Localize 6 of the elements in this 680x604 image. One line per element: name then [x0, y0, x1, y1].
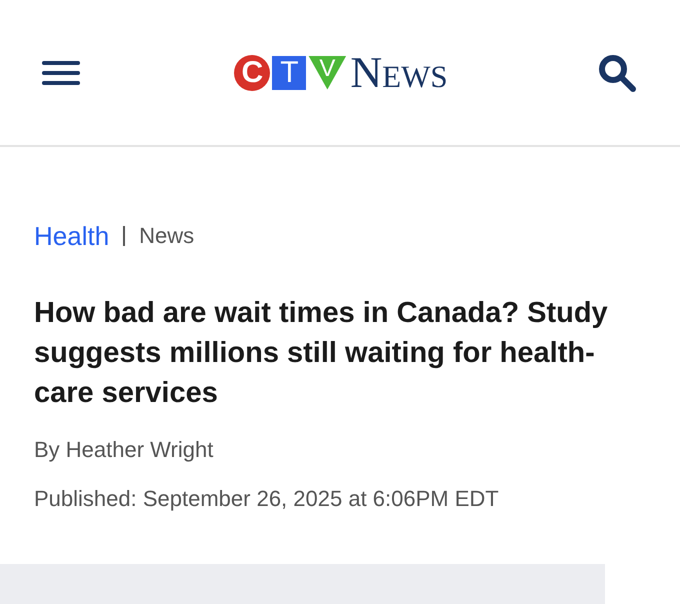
section-link[interactable]: Health: [34, 223, 110, 249]
published-date: Published: September 26, 2025 at 6:06PM EDT: [34, 485, 500, 513]
logo[interactable]: C T V News: [234, 50, 448, 94]
headline: How bad are wait times in Canada? Study suggests millions still waiting for health-care services: [34, 296, 609, 411]
subsection-link[interactable]: News: [139, 225, 194, 247]
byline: By Heather Wright: [34, 436, 214, 464]
